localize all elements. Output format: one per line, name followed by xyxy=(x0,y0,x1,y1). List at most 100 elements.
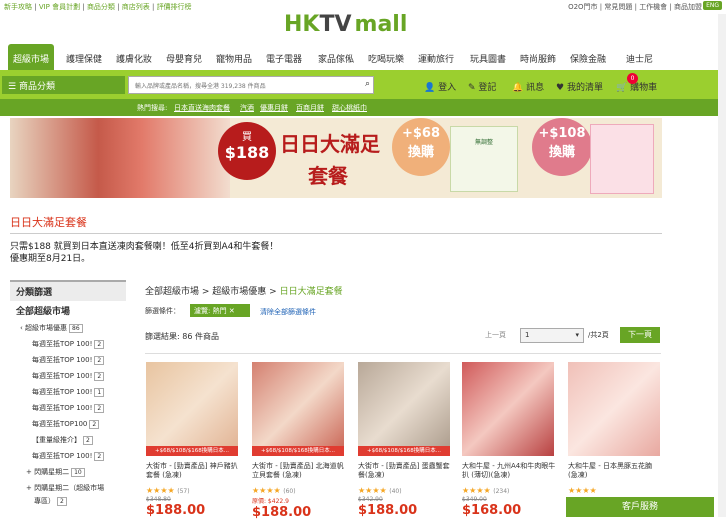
sidebar-item-deals[interactable]: ‹ 超級市場優惠 86 xyxy=(10,320,126,336)
hot-tag[interactable]: 甜心桃紙巾 xyxy=(332,103,367,113)
product-name[interactable]: 大和牛屋 - 九州A4和牛肉眼牛扒 (薄切)(急凍) xyxy=(462,462,556,482)
hot-tag[interactable]: 汽酒 xyxy=(240,103,254,113)
link-jobs[interactable]: 工作機會 xyxy=(639,3,667,11)
product-name[interactable]: 大街市 - [勁賣產品] 蛋蟲蟹套餐(急凍) xyxy=(358,462,452,482)
category-menu-button[interactable]: ☰ 商品分類 xyxy=(2,76,125,94)
search-input[interactable]: 輸入品牌或產品名稱，搜尋全港 319,238 件商品 ⌕ xyxy=(128,76,374,94)
link-guide[interactable]: 新手攻略 xyxy=(4,3,32,11)
language-toggle[interactable]: ENG xyxy=(703,1,722,10)
wishlist-link[interactable]: ♥ 我的清單 xyxy=(556,80,603,93)
product-card[interactable]: +$68/$108/$168換購日本... 大街市 - [勁賣產品] 神戶豬扒套… xyxy=(146,362,240,518)
sidebar-subitem[interactable]: 每週至抵TOP 100! 2 xyxy=(10,368,126,384)
link-categories[interactable]: 商品分類 xyxy=(87,3,115,11)
hot-tag[interactable]: 優惠月餅 xyxy=(260,103,288,113)
nav-tab-fashion[interactable]: 時尚服飾 xyxy=(520,52,556,65)
category-menu-label: 商品分類 xyxy=(18,82,55,92)
original-price: $348.80 xyxy=(146,496,171,503)
sidebar-subitem[interactable]: 每週至抵TOP 100! 2 xyxy=(10,336,126,352)
sidebar-subitem[interactable]: 每週至抵TOP 100! 2 xyxy=(10,448,126,464)
customer-service-button[interactable]: 客戶服務 xyxy=(566,497,714,517)
login-link[interactable]: 👤 登入 xyxy=(424,80,456,93)
nav-tab-pets[interactable]: 寵物用品 xyxy=(216,52,252,65)
product-image[interactable] xyxy=(462,362,554,456)
product-name[interactable]: 大街市 - [勁賣產品] 北海道帆立貝套餐 (急凍) xyxy=(252,462,346,482)
register-link[interactable]: ✎ 登記 xyxy=(468,80,496,93)
link-vip[interactable]: VIP 會員計劃 xyxy=(39,3,80,11)
rating-stars: ★★★★ (40) xyxy=(358,486,402,495)
total-pages: /共2頁 xyxy=(588,331,609,339)
sidebar-subitem[interactable]: 每週至抵TOP 100! 2 xyxy=(10,352,126,368)
link-o2o[interactable]: O2O門市 xyxy=(568,3,597,11)
filter-chip[interactable]: 濾覽: 熱門 ✕ xyxy=(190,304,250,317)
product-card[interactable]: +$68/$108/$168換購日本... 大街市 - [勁賣產品] 蛋蟲蟹套餐… xyxy=(358,362,452,518)
nav-tab-sports[interactable]: 運動旅行 xyxy=(418,52,454,65)
nav-tab-supermarket[interactable]: 超級市場 xyxy=(8,44,54,70)
sale-price: $168.00 xyxy=(462,503,522,518)
nav-tab-beauty[interactable]: 護膚化妝 xyxy=(116,52,152,65)
messages-link[interactable]: 🔔 訊息 xyxy=(512,80,544,93)
link-faq[interactable]: 常見問題 xyxy=(604,3,632,11)
sidebar-subitem-cont[interactable]: 專區） 2 xyxy=(10,496,126,509)
sidebar-subitem[interactable]: 每週至抵TOP 100! 2 xyxy=(10,400,126,416)
breadcrumb-item[interactable]: 全部超級市場 xyxy=(145,287,199,297)
product-card[interactable]: +$68/$108/$168換購日本... 大街市 - [勁賣產品] 北海道帆立… xyxy=(252,362,346,520)
chevron-down-icon: ▾ xyxy=(575,331,579,339)
sidebar-subitem[interactable]: 每週至抵TOP100 2 xyxy=(10,416,126,432)
page-title: 日日大滿足套餐 xyxy=(10,216,87,229)
product-image[interactable]: +$68/$108/$168換購日本... xyxy=(358,362,450,456)
next-page-button[interactable]: 下一頁 xyxy=(620,327,660,343)
banner-price-circle: 買 $188 xyxy=(218,122,276,180)
page-scrollbar[interactable] xyxy=(718,14,726,517)
original-price: $349.00 xyxy=(462,496,487,503)
sidebar-subitem[interactable]: + 閃購星期二（超級市場 xyxy=(10,480,126,496)
link-stores[interactable]: 商店列表 xyxy=(122,3,150,11)
hot-search-label: 熱門搜尋: xyxy=(137,104,168,112)
rating-stars: ★★★★ xyxy=(568,486,597,495)
link-rankings[interactable]: 評價排行榜 xyxy=(157,3,192,11)
original-price: 原價: $422.9 xyxy=(252,498,289,505)
close-icon[interactable]: ✕ xyxy=(229,307,235,315)
breadcrumb-current: 日日大滿足套餐 xyxy=(279,287,343,297)
link-merchant[interactable]: 商品加盟 xyxy=(674,3,702,11)
pencil-icon: ✎ xyxy=(468,83,476,93)
hot-tag[interactable]: 百商月餅 xyxy=(296,103,324,113)
banner-title: 日日大滿足 xyxy=(280,132,380,156)
top-links-right: O2O門市 | 常見問題 | 工作機會 | 商品加盟 xyxy=(568,3,702,11)
nav-tab-baby[interactable]: 母嬰育兒 xyxy=(166,52,202,65)
nav-tab-insurance[interactable]: 保險金融 xyxy=(570,52,606,65)
product-name[interactable]: 大和牛屋 - 日本黑豚五花腩 (急凍) xyxy=(568,462,662,482)
clear-filters-link[interactable]: 清除全部篩選條件 xyxy=(260,307,316,317)
nav-tab-toys[interactable]: 玩具圖書 xyxy=(470,52,506,65)
product-image[interactable]: +$68/$108/$168換購日本... xyxy=(252,362,344,456)
nav-tab-health[interactable]: 護理保健 xyxy=(66,52,102,65)
product-card[interactable]: 大和牛屋 - 九州A4和牛肉眼牛扒 (薄切)(急凍) ★★★★ (234) $3… xyxy=(462,362,556,518)
hktvmall-logo[interactable]: HKTV mall xyxy=(284,12,407,40)
banner-offer-circle-2: +$108 換購 xyxy=(532,118,592,176)
product-image[interactable] xyxy=(568,362,660,456)
sale-price: $188.00 xyxy=(146,503,206,518)
category-nav: 超級市場 護理保健 護膚化妝 母嬰育兒 寵物用品 電子電器 家品傢俬 吃喝玩樂 … xyxy=(0,44,726,70)
search-account-bar: ☰ 商品分類 輸入品牌或產品名稱，搜尋全港 319,238 件商品 ⌕ 👤 登入… xyxy=(0,70,726,99)
banner-offer-circle-1: +$68 換購 xyxy=(392,118,450,176)
search-icon[interactable]: ⌕ xyxy=(365,79,370,89)
product-card[interactable]: 大和牛屋 - 日本黑豚五花腩 (急凍) ★★★★ xyxy=(568,362,662,517)
top-links-left: 新手攻略 | VIP 會員計劃 | 商品分類 | 商店列表 | 評價排行榜 xyxy=(4,3,192,11)
sidebar-subitem[interactable]: 每週至抵TOP 100! 1 xyxy=(10,384,126,400)
prev-page-link[interactable]: 上一頁 xyxy=(485,330,506,340)
breadcrumb-item[interactable]: 超級市場優惠 xyxy=(212,287,266,297)
product-name[interactable]: 大街市 - [勁賣產品] 神戶豬扒套餐 (急凍) xyxy=(146,462,240,482)
product-image[interactable]: +$68/$108/$168換購日本... xyxy=(146,362,238,456)
nav-tab-electronics[interactable]: 電子電器 xyxy=(266,52,302,65)
nav-tab-dining[interactable]: 吃喝玩樂 xyxy=(368,52,404,65)
sidebar-subitem[interactable]: + 閃購星期二 10 xyxy=(10,464,126,480)
promo-banner[interactable]: 買 $188 日日大滿足 套餐 +$68 換購 無調整 +$108 換購 xyxy=(10,118,662,198)
user-icon: 👤 xyxy=(424,83,436,93)
title-divider xyxy=(10,233,662,234)
hot-tag[interactable]: 日本直送海肉套餐 xyxy=(174,103,230,113)
sidebar-subitem[interactable]: 【重量級推介】 2 xyxy=(10,432,126,448)
nav-tab-home[interactable]: 家品傢俬 xyxy=(318,52,354,65)
page-select[interactable]: 1 ▾ xyxy=(520,328,584,343)
breadcrumb: 全部超級市場 > 超級市場優惠 > 日日大滿足套餐 xyxy=(145,287,343,297)
sidebar-all-supermarket[interactable]: 全部超級市場 xyxy=(10,301,126,320)
nav-tab-disney[interactable]: 迪士尼 xyxy=(626,52,653,65)
